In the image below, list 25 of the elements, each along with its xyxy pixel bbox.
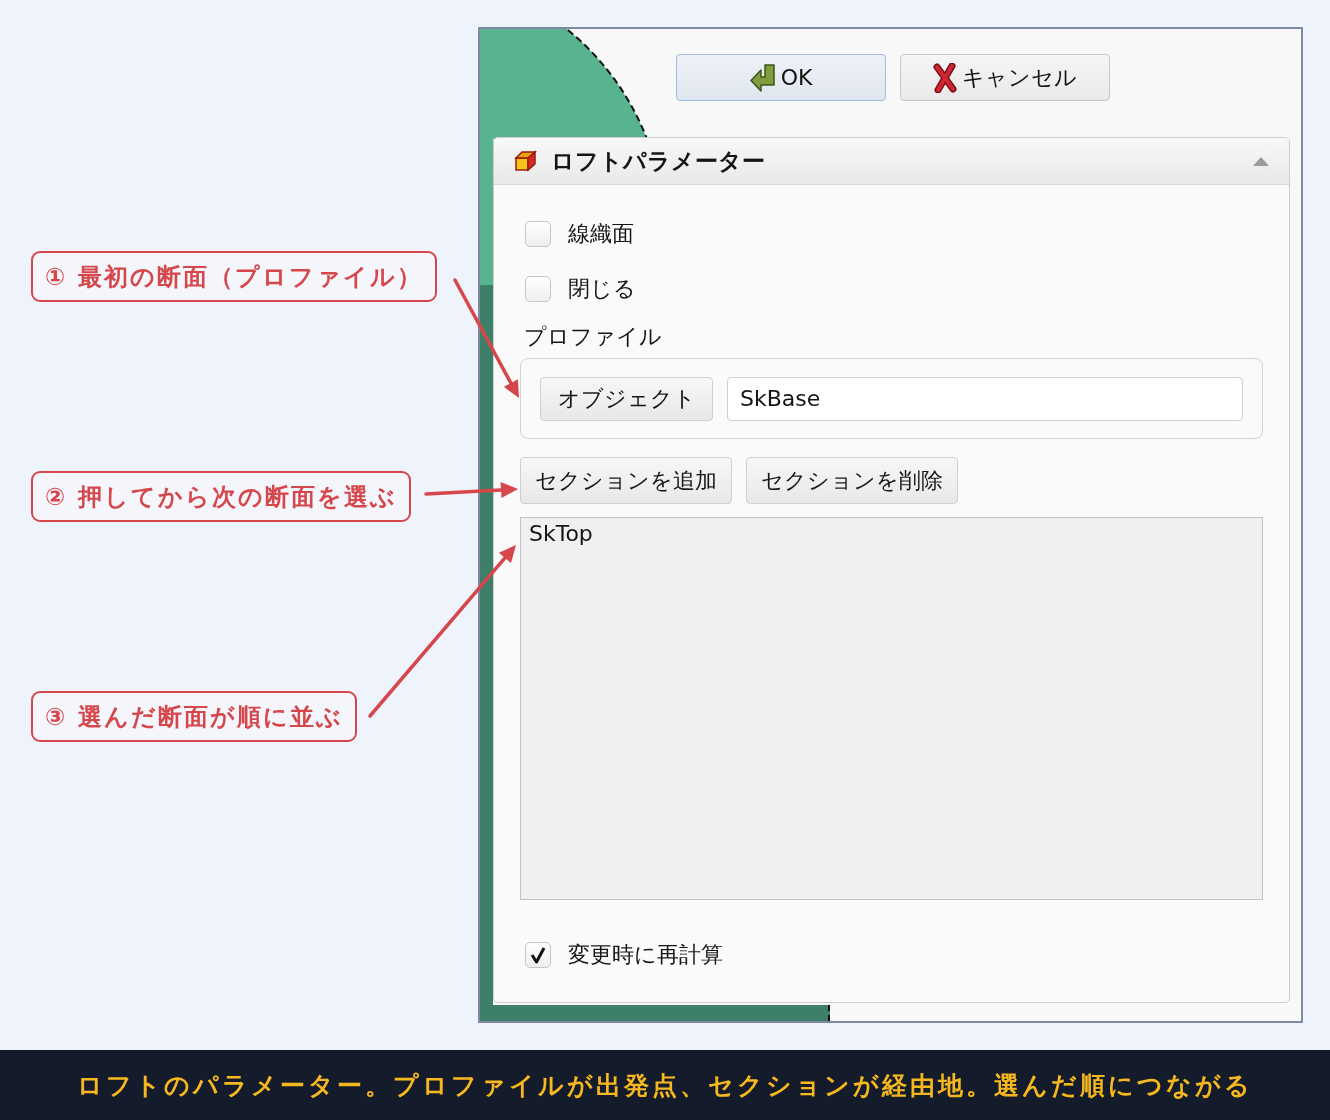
cancel-button[interactable]: キャンセル	[899, 54, 1110, 101]
cross-icon	[932, 62, 958, 93]
profile-label: プロファイル	[524, 325, 662, 349]
section-list[interactable]: SkTop	[520, 517, 1263, 900]
checkbox-label: 線織面	[568, 220, 634, 248]
list-item[interactable]: SkTop	[527, 520, 595, 548]
return-arrow-icon	[748, 62, 777, 93]
cube-icon	[514, 150, 538, 172]
checkbox-label: 変更時に再計算	[568, 941, 723, 969]
checkbox[interactable]	[525, 221, 551, 247]
checkmark-icon	[530, 946, 546, 964]
panel-title: ロフトパラメーター	[551, 146, 765, 176]
caption-text: ロフトのパラメーター。プロファイルが出発点、セクションが経由地。選んだ順につながる	[77, 1069, 1253, 1102]
section-button[interactable]: セクションを削除	[746, 457, 958, 504]
object-field[interactable]: SkBase	[727, 376, 1243, 421]
collapse-icon[interactable]	[1253, 156, 1269, 166]
callout-label: ③ 選んだ断面が順に並ぶ	[31, 691, 357, 742]
object-button[interactable]: オブジェクト	[540, 376, 713, 421]
checkbox-label: 閉じる	[568, 275, 636, 303]
checkbox[interactable]	[525, 942, 551, 968]
ok-button[interactable]: OK	[675, 54, 886, 101]
checkbox[interactable]	[525, 276, 551, 302]
callout-label: ① 最初の断面（プロファイル）	[31, 251, 437, 302]
section-button[interactable]: セクションを追加	[520, 457, 732, 504]
callout-label: ② 押してから次の断面を選ぶ	[31, 471, 411, 522]
